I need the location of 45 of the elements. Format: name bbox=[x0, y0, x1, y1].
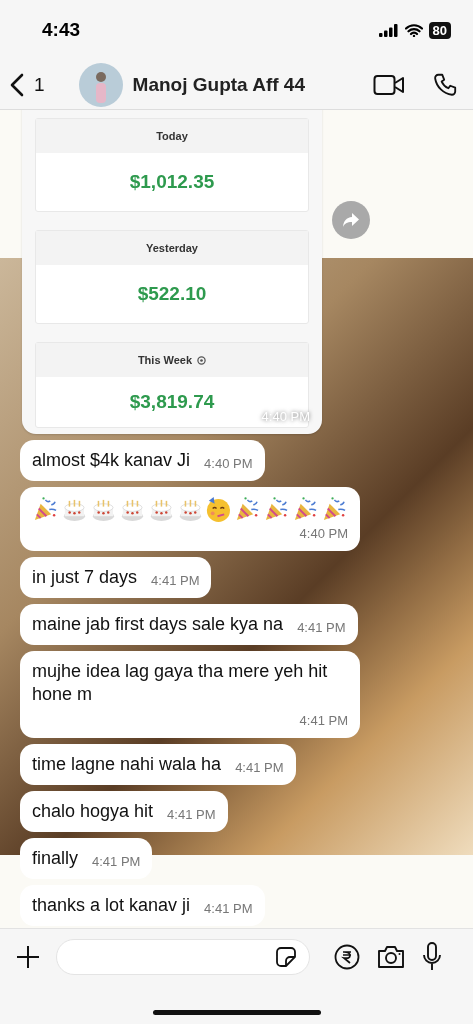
message-text: finally bbox=[32, 847, 79, 870]
message-text: chalo hogya hit bbox=[32, 800, 154, 823]
message-input-field[interactable] bbox=[56, 939, 310, 975]
message-time: 4:40 PM bbox=[261, 409, 310, 424]
stat-label: Yesterday bbox=[146, 242, 198, 254]
stat-label: This Week bbox=[137, 354, 193, 366]
message-text: in just 7 days bbox=[32, 566, 138, 589]
camera-icon[interactable] bbox=[376, 944, 406, 970]
message-text: thanks a lot kanav ji bbox=[32, 894, 191, 917]
stat-label: Today bbox=[156, 130, 188, 142]
stat-value: $1,012.35 bbox=[129, 171, 215, 193]
battery-indicator: 80 bbox=[428, 21, 451, 39]
message-text: almost $4k kanav Ji bbox=[32, 449, 191, 472]
avatar-icon[interactable] bbox=[78, 62, 123, 107]
contact-name[interactable]: Manoj Gupta Aff 44 bbox=[132, 73, 345, 96]
sticker-icon[interactable] bbox=[275, 946, 297, 968]
back-button[interactable]: 1 bbox=[10, 72, 45, 97]
share-arrow-icon bbox=[342, 212, 360, 228]
status-time: 4:43 bbox=[42, 19, 81, 41]
party-face-icon bbox=[205, 496, 233, 523]
message-time: 4:41 PM bbox=[297, 619, 346, 637]
message-text: time lagne nahi wala ha bbox=[32, 753, 222, 776]
microphone-icon[interactable] bbox=[422, 942, 442, 972]
party-popper-icon bbox=[321, 496, 348, 523]
signal-icon bbox=[378, 23, 399, 37]
info-icon bbox=[197, 355, 207, 365]
party-popper-icon bbox=[32, 496, 59, 523]
chevron-left-icon bbox=[10, 72, 24, 97]
stat-value: $3,819.74 bbox=[129, 391, 215, 413]
rupee-icon[interactable] bbox=[334, 944, 360, 970]
message-text: mujhe idea lag gaya tha mere yeh hit hone m bbox=[32, 660, 329, 706]
message-time: 4:41 PM bbox=[151, 572, 200, 590]
wifi-icon bbox=[404, 23, 423, 37]
phone-icon[interactable] bbox=[433, 71, 459, 98]
message-time: 4:41 PM bbox=[92, 853, 141, 871]
plus-icon[interactable] bbox=[16, 945, 40, 969]
message-time: 4:40 PM bbox=[204, 455, 253, 473]
message-time: 4:41 PM bbox=[204, 900, 253, 918]
message-text: maine jab first days sale kya na bbox=[32, 613, 284, 636]
message-time: 4:41 PM bbox=[167, 806, 216, 824]
message-time: 4:40 PM bbox=[298, 525, 348, 543]
message-time: 4:41 PM bbox=[299, 712, 348, 730]
message-time: 4:41 PM bbox=[235, 759, 284, 777]
video-call-icon[interactable] bbox=[373, 73, 405, 96]
stat-value: $522.10 bbox=[137, 283, 207, 305]
